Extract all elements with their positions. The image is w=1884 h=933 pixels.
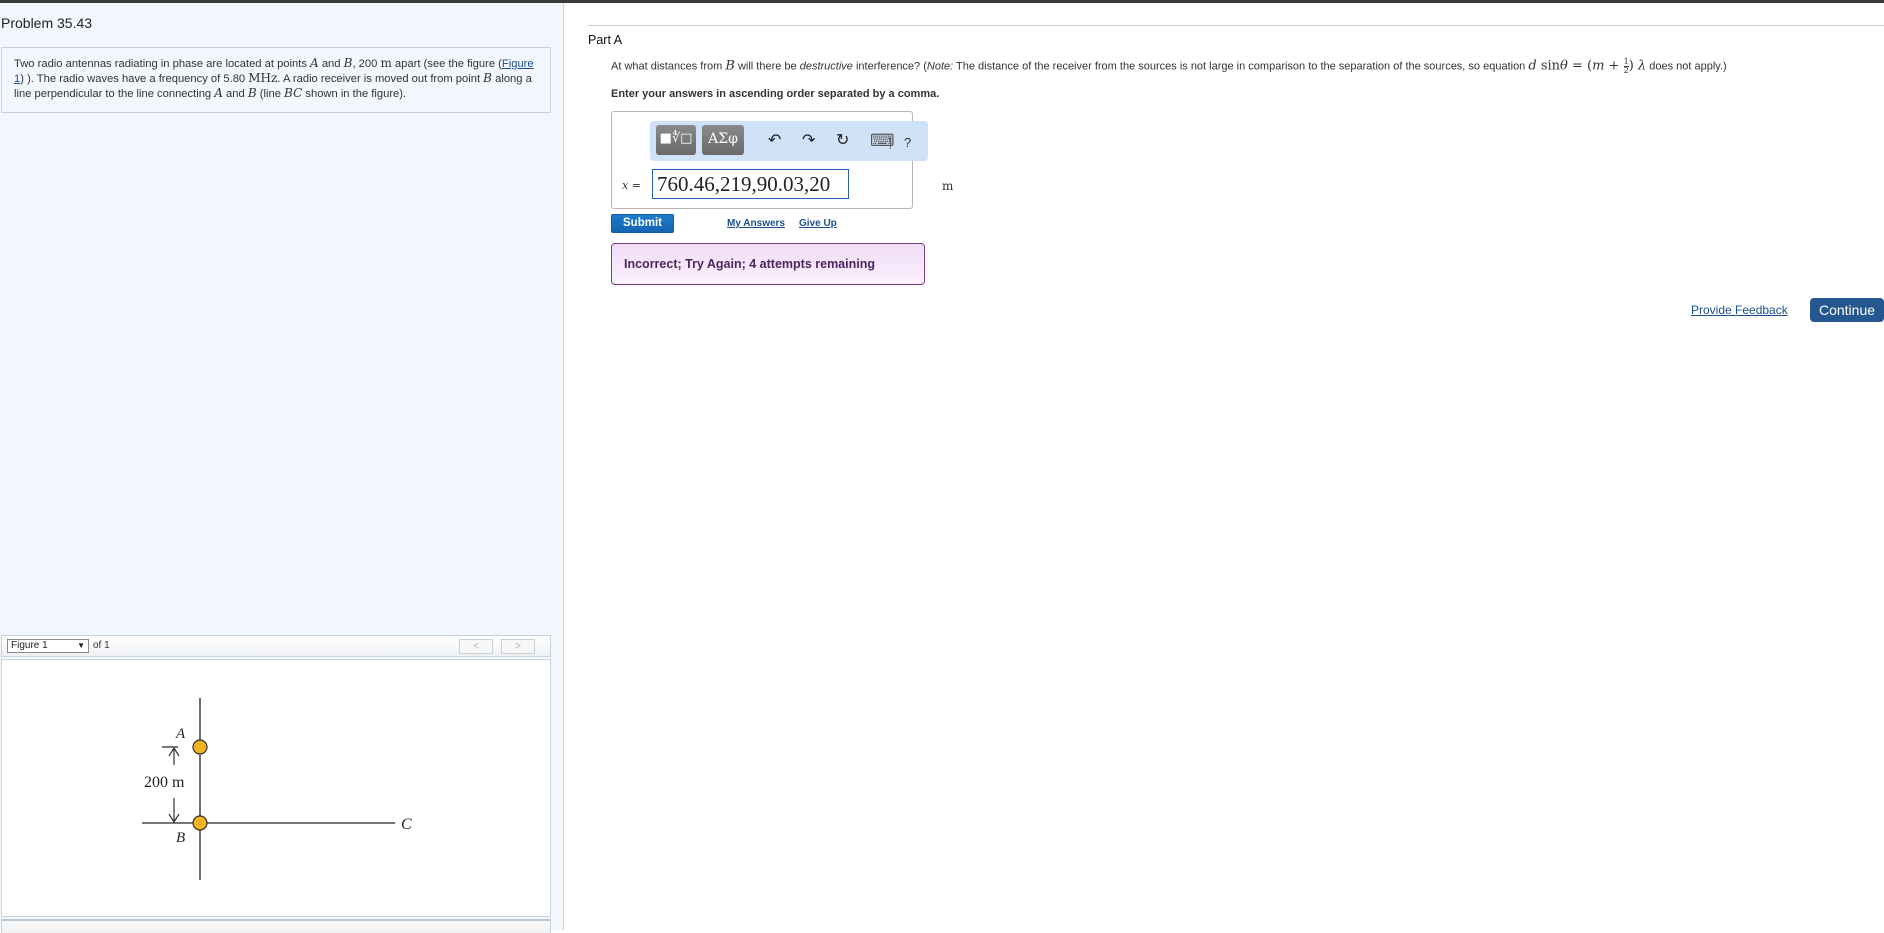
symbols-button[interactable]: ΑΣφ [702,125,744,155]
question-text: At what distances from B will there be d… [611,58,1727,75]
divider [588,25,1884,26]
question-segment: does not apply.) [1646,60,1727,73]
math-unit: MHz [248,71,278,85]
problem-text: shown in the figure). [302,88,407,100]
antenna-a [192,739,208,755]
math-toolbar: ■∜□ ΑΣφ ↶ ↷ ↻ ⌨ | ? [650,121,928,161]
question-segment: At what distances from [611,60,726,73]
chevron-left-icon: < [473,641,479,652]
math-var: A [310,56,319,70]
answer-pane: Part A At what distances from B will the… [565,3,1884,930]
previous-figure-button[interactable]: < [459,639,493,654]
figure-count: of 1 [93,640,110,651]
equation: + [1604,58,1624,74]
equation: ) [1628,58,1638,74]
next-figure-button[interactable]: > [501,639,535,654]
antenna-b [192,815,208,831]
chevron-right-icon: > [515,641,521,652]
equation: m [1592,58,1605,74]
redo-icon[interactable]: ↷ [802,132,815,150]
problem-text: Two radio antennas radiating in phase ar… [14,58,311,70]
templates-icon: ■∜□ [659,131,693,146]
help-icon[interactable]: ? [904,134,911,152]
instruction-text: Enter your answers in ascending order se… [611,88,940,100]
problem-text: ) ). The radio waves have a frequency of… [20,73,249,85]
toolbar-separator: | [889,139,892,150]
figure-select-value: Figure 1 [11,640,48,651]
math-var: B [247,86,257,100]
question-segment: The distance of the receiver from the so… [953,60,1529,73]
problem-pane: Problem 35.43 Two radio antennas radiati… [0,3,564,933]
feedback-message: Incorrect; Try Again; 4 attempts remaini… [611,243,925,285]
my-answers-link[interactable]: My Answers [727,218,785,229]
equation: θ [1560,58,1568,74]
label-b: B [176,830,185,846]
part-title: Part A [588,33,623,47]
unit-label: m [942,179,954,193]
problem-title: Problem 35.43 [1,15,93,31]
math-var: BC [284,86,303,100]
distance-label: 200 m [144,774,185,791]
equation: d [1528,58,1537,74]
figure-canvas: A B C 200 m [1,659,551,917]
greek-symbols-icon: ΑΣφ [708,131,738,147]
problem-statement: Two radio antennas radiating in phase ar… [1,47,551,113]
dropdown-arrow-icon: ▼ [77,641,85,650]
figure-footer [1,919,551,933]
problem-text: . A radio receiver is moved out from poi… [277,73,484,85]
figure-select[interactable]: Figure 1 ▼ [7,639,89,653]
problem-text: , 200 [352,58,381,70]
problem-text: and [222,88,248,100]
submit-button[interactable]: Submit [611,214,674,233]
templates-button[interactable]: ■∜□ [656,125,696,155]
problem-text: and [318,58,344,70]
variable-label: x = [622,179,641,192]
answer-input[interactable] [652,169,849,199]
emphasis: destructive [799,60,853,73]
question-segment: will there be [734,60,800,73]
equation: λ [1637,58,1647,74]
math-var: B [725,58,735,74]
equation: sin [1536,58,1561,74]
question-segment: interference? ( [852,60,927,73]
provide-feedback-link[interactable]: Provide Feedback [1691,303,1788,317]
figure-navigation-bar: Figure 1 ▼ of 1 < > [1,635,551,657]
undo-icon[interactable]: ↶ [768,132,781,150]
equation: = ( [1567,58,1593,74]
math-var: B [483,71,492,85]
answer-box: ■∜□ ΑΣφ ↶ ↷ ↻ ⌨ | ? x = m [611,111,953,209]
give-up-link[interactable]: Give Up [799,218,837,229]
label-a: A [175,726,186,742]
continue-button[interactable]: Continue [1810,298,1884,322]
antenna-diagram: A B C 200 m [142,698,412,880]
label-c: C [401,816,412,833]
reset-icon[interactable]: ↻ [836,132,849,150]
math-unit: m [380,56,392,70]
note-label: Note: [926,60,954,73]
problem-text: apart (see the figure ( [391,58,502,70]
equals-sign: = [628,179,641,192]
math-var: A [214,86,223,100]
problem-text: (line [256,88,285,100]
